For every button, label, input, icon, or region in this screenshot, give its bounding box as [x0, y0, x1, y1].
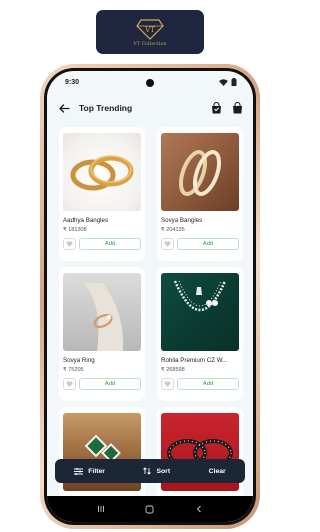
- product-price: ₹ 75205: [63, 367, 84, 373]
- screenshot-canvas: VT VT Collection 9:30 Top Trending Aadhy…: [0, 0, 300, 532]
- add-to-cart-button[interactable]: Add: [177, 238, 239, 250]
- bag-icon[interactable]: [232, 102, 243, 114]
- clear-label: Clear: [208, 467, 226, 475]
- heart-icon: [164, 381, 171, 387]
- sort-button[interactable]: Sort: [143, 467, 170, 475]
- sort-label: Sort: [156, 467, 171, 475]
- system-back-icon[interactable]: [195, 505, 203, 513]
- add-to-cart-button[interactable]: Add: [79, 378, 141, 390]
- product-name: Sovya Bangles: [161, 217, 203, 224]
- home-icon[interactable]: [145, 505, 154, 514]
- cart-icon[interactable]: [211, 102, 222, 114]
- brand-name: VT Collection: [133, 42, 167, 47]
- page-title: Top Trending: [79, 103, 133, 113]
- clear-button[interactable]: Clear: [209, 468, 226, 475]
- status-time: 9:30: [65, 78, 80, 86]
- heart-icon: [164, 241, 171, 247]
- sort-icon: [143, 467, 152, 475]
- product-price: ₹ 268598: [161, 367, 185, 373]
- product-price: ₹ 181308: [63, 227, 87, 233]
- status-icons: [219, 78, 237, 86]
- product-price: ₹ 204135: [161, 227, 185, 233]
- product-image-bangles-gold: [63, 133, 141, 211]
- wishlist-button[interactable]: [63, 238, 76, 250]
- battery-icon: [231, 78, 237, 86]
- heart-icon: [66, 381, 73, 387]
- filter-button[interactable]: Filter: [74, 467, 105, 475]
- product-name: Sovya Ring: [63, 357, 95, 364]
- product-actions: Add: [161, 378, 239, 390]
- system-nav-bar: [47, 496, 253, 522]
- wifi-icon: [219, 78, 228, 86]
- product-card[interactable]: Rohila Premium CZ W... ₹ 268598 Add: [157, 267, 243, 401]
- product-card[interactable]: Sovya Ring ₹ 75205 Add: [59, 267, 145, 401]
- diamond-logo-icon: VT: [136, 19, 164, 40]
- wishlist-button[interactable]: [161, 378, 174, 390]
- appbar-actions: [211, 102, 243, 114]
- product-actions: Add: [161, 238, 239, 250]
- filter-label: Filter: [88, 467, 105, 475]
- front-camera: [146, 79, 154, 87]
- product-card[interactable]: Aadhya Bangles ₹ 181308 Add: [59, 127, 145, 261]
- phone-frame: 9:30 Top Trending Aadhya Bangles ₹ 18130…: [40, 64, 260, 529]
- app-screen: 9:30 Top Trending Aadhya Bangles ₹ 18130…: [47, 71, 253, 522]
- product-image-bangles-diamond: [161, 133, 239, 211]
- product-name: Aadhya Bangles: [63, 217, 109, 224]
- recents-icon[interactable]: [97, 505, 105, 513]
- filter-sort-bar: Filter Sort Clear: [55, 459, 245, 483]
- app-bar: Top Trending: [47, 97, 253, 119]
- svg-text:VT: VT: [144, 26, 155, 34]
- product-card[interactable]: Sovya Bangles ₹ 204135 Add: [157, 127, 243, 261]
- product-image-necklace: [161, 273, 239, 351]
- product-image-ring: [63, 273, 141, 351]
- add-to-cart-button[interactable]: Add: [79, 238, 141, 250]
- product-name: Rohila Premium CZ W...: [161, 357, 228, 364]
- product-actions: Add: [63, 238, 141, 250]
- add-to-cart-button[interactable]: Add: [177, 378, 239, 390]
- product-actions: Add: [63, 378, 141, 390]
- back-button[interactable]: [57, 101, 71, 115]
- wishlist-button[interactable]: [63, 378, 76, 390]
- wishlist-button[interactable]: [161, 238, 174, 250]
- heart-icon: [66, 241, 73, 247]
- back-arrow-icon: [58, 103, 70, 113]
- phone-bezel: 9:30 Top Trending Aadhya Bangles ₹ 18130…: [44, 68, 256, 525]
- filter-icon: [74, 467, 84, 475]
- brand-logo: VT VT Collection: [96, 10, 204, 54]
